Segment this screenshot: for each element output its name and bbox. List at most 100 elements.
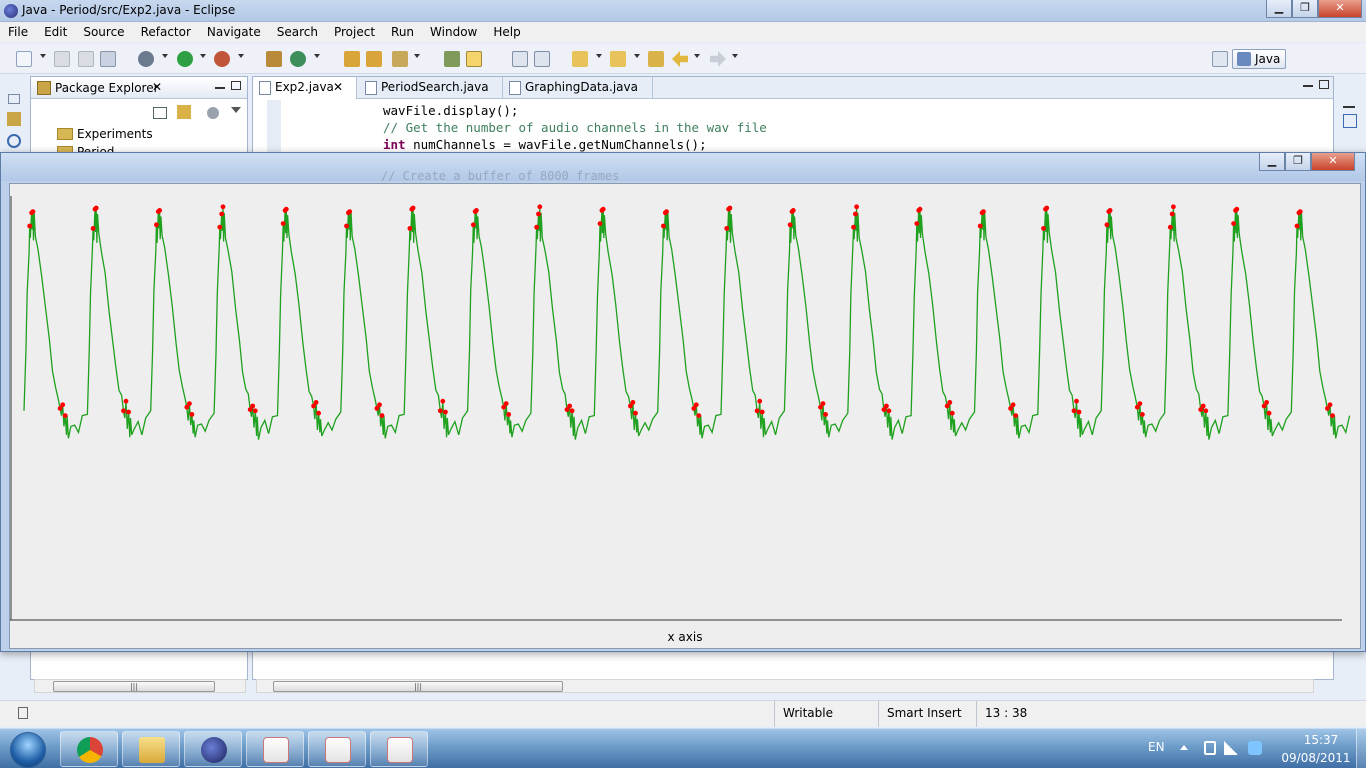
back-arrow-icon[interactable]	[672, 51, 688, 67]
dropbox-icon[interactable]	[1248, 741, 1262, 755]
menu-source[interactable]: Source	[75, 25, 132, 39]
view-menu-icon[interactable]	[207, 107, 219, 119]
block-selection-icon[interactable]	[512, 51, 528, 67]
scrollbar-thumb[interactable]: |||	[273, 681, 563, 692]
menu-navigate[interactable]: Navigate	[199, 25, 269, 39]
power-icon[interactable]	[1204, 741, 1216, 755]
outline-icon[interactable]	[1343, 114, 1357, 128]
chevron-down-icon[interactable]	[162, 54, 168, 58]
print-icon[interactable]	[100, 51, 116, 67]
minimize-button[interactable]: ▁	[1266, 0, 1292, 18]
tab-periodsearch-java[interactable]: PeriodSearch.java	[359, 77, 503, 99]
code-comment-line[interactable]: // Get the number of audio channels in t…	[383, 120, 767, 135]
hierarchy-icon[interactable]	[7, 112, 21, 126]
close-view-icon[interactable]: ✕	[152, 80, 162, 94]
title-bar[interactable]: Java - Period/src/Exp2.java - Eclipse ▁ …	[0, 0, 1366, 22]
chevron-down-icon[interactable]	[414, 54, 420, 58]
menu-file[interactable]: File	[0, 25, 36, 39]
peak-marker	[1167, 224, 1173, 230]
menu-help[interactable]: Help	[485, 25, 528, 39]
java-file-icon	[259, 81, 271, 95]
menu-refactor[interactable]: Refactor	[133, 25, 199, 39]
scrollbar-thumb[interactable]: |||	[53, 681, 215, 692]
open-folder-icon[interactable]	[366, 51, 382, 67]
previous-annotation-icon[interactable]	[610, 51, 626, 67]
chevron-down-icon[interactable]	[694, 54, 700, 58]
chevron-down-icon[interactable]	[596, 54, 602, 58]
menu-project[interactable]: Project	[326, 25, 383, 39]
taskbar-explorer[interactable]	[122, 731, 180, 767]
menu-run[interactable]: Run	[383, 25, 422, 39]
fast-view-icon[interactable]	[18, 707, 28, 719]
new-icon[interactable]	[16, 51, 32, 67]
java-perspective-button[interactable]: Java	[1232, 49, 1286, 69]
next-annotation-icon[interactable]	[572, 51, 588, 67]
chevron-down-icon[interactable]	[40, 54, 46, 58]
peak-marker	[977, 223, 983, 229]
network-icon[interactable]	[1224, 741, 1238, 755]
maximize-button[interactable]: ❐	[1292, 0, 1318, 18]
show-whitespace-icon[interactable]	[534, 51, 550, 67]
menu-edit[interactable]: Edit	[36, 25, 75, 39]
taskbar-java-3[interactable]	[370, 731, 428, 767]
javadoc-icon[interactable]	[7, 134, 21, 148]
code-line[interactable]: wavFile.display();	[383, 103, 518, 118]
chevron-down-icon[interactable]	[238, 54, 244, 58]
show-hidden-icons-icon[interactable]	[1180, 745, 1188, 750]
tree-item-experiments[interactable]: Experiments	[57, 127, 153, 141]
chevron-down-icon[interactable]	[732, 54, 738, 58]
taskbar-eclipse[interactable]	[184, 731, 242, 767]
graph-close-button[interactable]: ✕	[1311, 153, 1355, 171]
graph-title-bar[interactable]: ▁ ❐ ✕ // Create a buffer of 8000 frames	[1, 153, 1365, 183]
minimize-editor-icon[interactable]	[1303, 85, 1313, 87]
close-tab-icon[interactable]: ✕	[333, 80, 343, 94]
debug-icon[interactable]	[138, 51, 154, 67]
restore-icon[interactable]	[8, 94, 20, 104]
taskbar-java-2[interactable]	[308, 731, 366, 767]
last-edit-icon[interactable]	[648, 51, 664, 67]
close-button[interactable]: ✕	[1318, 0, 1362, 18]
clock-time[interactable]: 15:37	[1290, 733, 1352, 747]
chevron-down-icon[interactable]	[200, 54, 206, 58]
trough-marker	[440, 398, 446, 404]
minimize-view-icon[interactable]	[215, 87, 225, 89]
new-package-icon[interactable]	[290, 51, 306, 67]
tab-graphingdata-java[interactable]: GraphingData.java	[503, 77, 653, 99]
trough-marker	[1203, 408, 1209, 414]
package-explorer-hscroll[interactable]: |||	[34, 679, 246, 693]
graph-maximize-button[interactable]: ❐	[1285, 153, 1311, 171]
language-indicator[interactable]: EN	[1148, 740, 1165, 754]
highlight-icon[interactable]	[466, 51, 482, 67]
show-desktop-button[interactable]	[1356, 729, 1366, 768]
chevron-down-icon[interactable]	[634, 54, 640, 58]
maximize-editor-icon[interactable]	[1319, 80, 1329, 89]
maximize-view-icon[interactable]	[231, 81, 241, 90]
editor-hscroll[interactable]: |||	[256, 679, 1314, 693]
menu-search[interactable]: Search	[269, 25, 326, 39]
open-type-icon[interactable]	[344, 51, 360, 67]
open-perspective-icon[interactable]	[1212, 51, 1228, 67]
graph-minimize-button[interactable]: ▁	[1259, 153, 1285, 171]
package-explorer-tab[interactable]: Package Explorer ✕	[31, 77, 247, 99]
toggle-mark-icon[interactable]	[444, 51, 460, 67]
link-with-editor-icon[interactable]	[177, 105, 191, 119]
start-button[interactable]	[2, 730, 54, 768]
search-tool-icon[interactable]	[392, 51, 408, 67]
new-java-project-icon[interactable]	[266, 51, 282, 67]
forward-arrow-icon[interactable]	[710, 51, 726, 67]
taskbar-java-1[interactable]	[246, 731, 304, 767]
chevron-down-icon[interactable]	[231, 107, 241, 113]
menu-window[interactable]: Window	[422, 25, 485, 39]
tab-exp2-java[interactable]: Exp2.java ✕	[253, 77, 357, 99]
collapse-all-icon[interactable]	[153, 107, 167, 119]
taskbar-chrome[interactable]	[60, 731, 118, 767]
save-icon[interactable]	[54, 51, 70, 67]
save-all-icon[interactable]	[78, 51, 94, 67]
peak-marker	[27, 223, 33, 229]
code-line[interactable]: int numChannels = wavFile.getNumChannels…	[383, 137, 707, 152]
chevron-down-icon[interactable]	[314, 54, 320, 58]
minimize-view-icon[interactable]	[1343, 106, 1355, 108]
external-tools-icon[interactable]	[214, 51, 230, 67]
run-icon[interactable]	[177, 51, 193, 67]
clock-date[interactable]: 09/08/2011	[1280, 751, 1352, 765]
